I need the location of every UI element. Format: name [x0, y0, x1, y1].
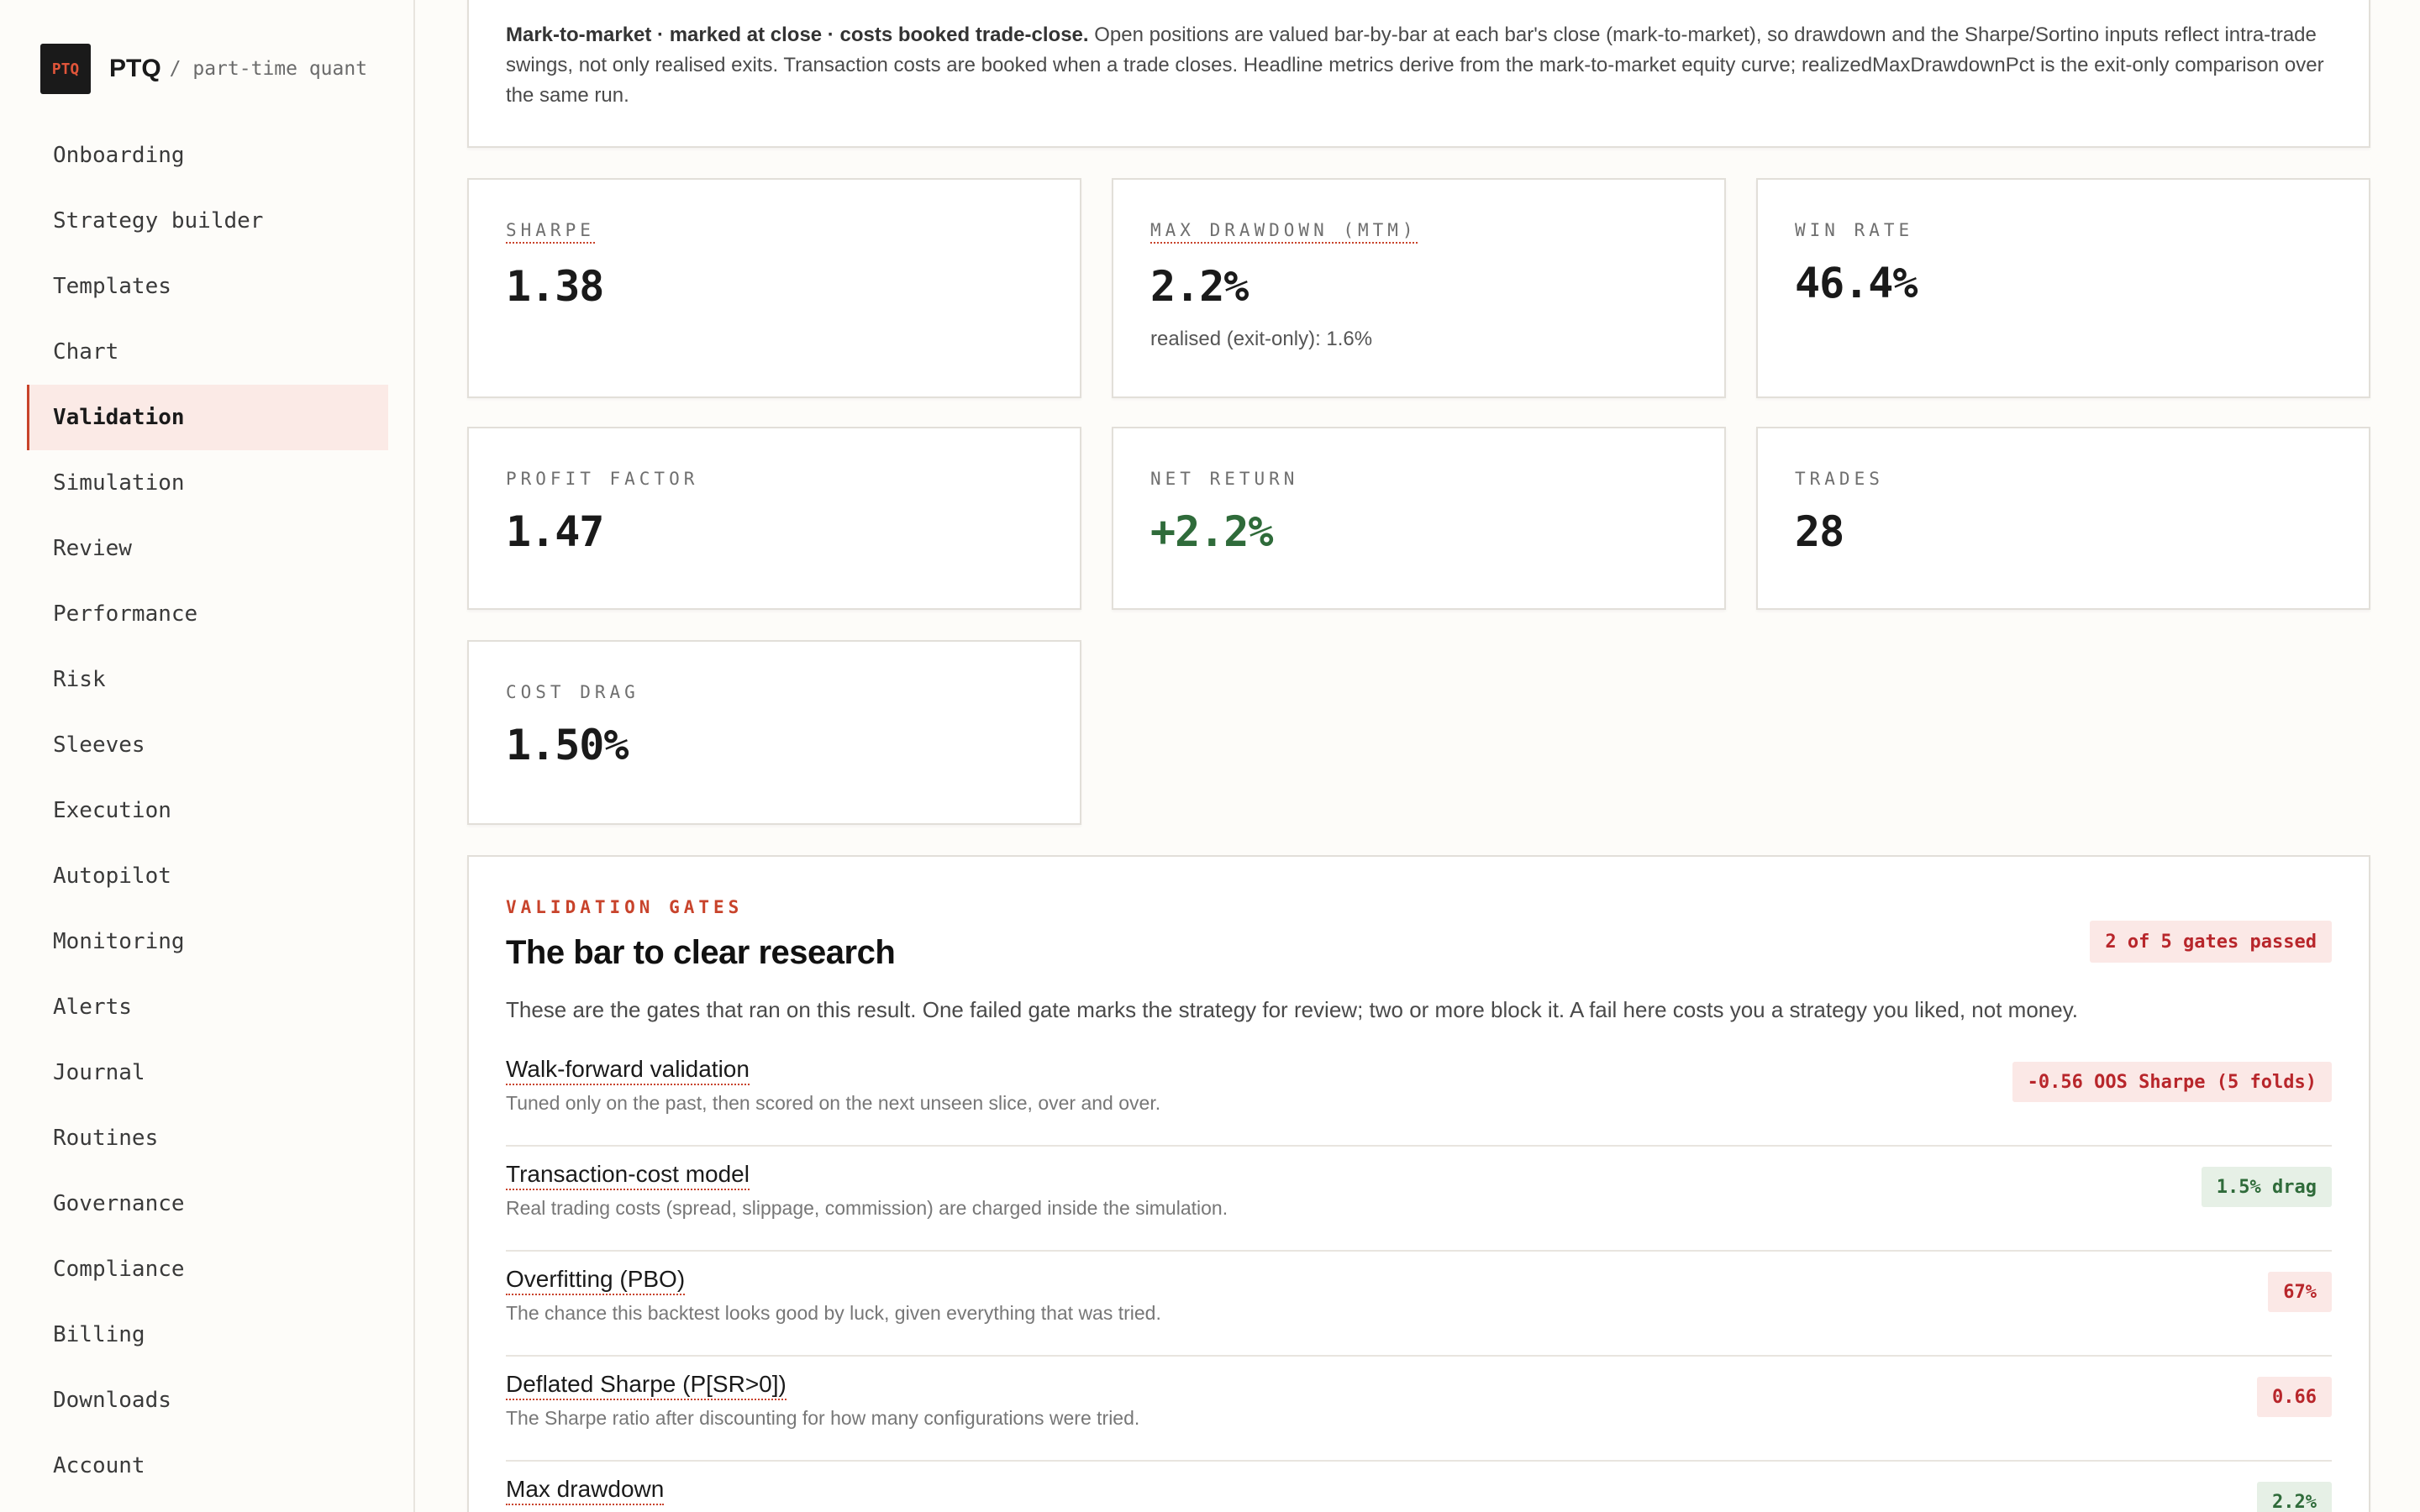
sidebar-item-downloads[interactable]: Downloads — [27, 1368, 388, 1433]
sidebar-item-validation[interactable]: Validation — [27, 385, 388, 450]
gates-eyebrow: VALIDATION GATES — [506, 897, 744, 917]
gate-name[interactable]: Walk-forward validation — [506, 1055, 750, 1085]
metric-value: 1.50% — [506, 721, 629, 769]
sidebar-item-autopilot[interactable]: Autopilot — [27, 843, 388, 909]
brand-tagline: / part-time quant — [169, 58, 368, 80]
methodology-note: Mark-to-market · marked at close · costs… — [467, 0, 2370, 148]
gate-description: The chance this backtest looks good by l… — [506, 1302, 1161, 1324]
gate-row-deflated-sharpe: Deflated Sharpe (P[SR>0]) The Sharpe rat… — [506, 1357, 2332, 1462]
gate-description: The Sharpe ratio after discounting for h… — [506, 1407, 1140, 1429]
sidebar-item-strategy-builder[interactable]: Strategy builder — [27, 188, 388, 254]
sidebar-item-account[interactable]: Account — [27, 1433, 388, 1499]
sidebar-item-sleeves[interactable]: Sleeves — [27, 712, 388, 778]
gate-name[interactable]: Deflated Sharpe (P[SR>0]) — [506, 1370, 786, 1400]
validation-gates-panel: VALIDATION GATES The bar to clear resear… — [467, 855, 2370, 1512]
sidebar: PTQ PTQ / part-time quant Onboarding Str… — [0, 0, 415, 1512]
metric-value: 28 — [1795, 507, 1844, 556]
metric-card-cost-drag: COST DRAG 1.50% — [467, 640, 1081, 825]
metric-label: WIN RATE — [1795, 220, 1914, 240]
metric-value: 1.38 — [506, 262, 604, 311]
metric-value: 46.4% — [1795, 259, 1918, 307]
brand-logo: PTQ — [40, 44, 91, 94]
gate-result-badge: 1.5% drag — [2201, 1167, 2332, 1207]
sidebar-item-billing[interactable]: Billing — [27, 1302, 388, 1368]
sidebar-item-onboarding[interactable]: Onboarding — [27, 123, 388, 188]
brand[interactable]: PTQ PTQ / part-time quant — [40, 44, 367, 94]
gate-result-badge: -0.56 OOS Sharpe (5 folds) — [2012, 1062, 2332, 1102]
sidebar-item-templates[interactable]: Templates — [27, 254, 388, 319]
sidebar-item-monitoring[interactable]: Monitoring — [27, 909, 388, 974]
metric-label: PROFIT FACTOR — [506, 469, 699, 489]
brand-name: PTQ — [109, 55, 161, 82]
metric-card-net-return: NET RETURN +2.2% — [1112, 427, 1726, 610]
gate-row-walk-forward: Walk-forward validation Tuned only on th… — [506, 1042, 2332, 1147]
metric-card-win-rate: WIN RATE 46.4% — [1756, 178, 2370, 398]
sidebar-item-routines[interactable]: Routines — [27, 1105, 388, 1171]
sidebar-item-review[interactable]: Review — [27, 516, 388, 581]
metric-card-trades: TRADES 28 — [1756, 427, 2370, 610]
gates-title: The bar to clear research — [506, 934, 896, 971]
gate-row-overfitting: Overfitting (PBO) The chance this backte… — [506, 1252, 2332, 1357]
sidebar-item-journal[interactable]: Journal — [27, 1040, 388, 1105]
metric-label: TRADES — [1795, 469, 1884, 489]
sidebar-item-simulation[interactable]: Simulation — [27, 450, 388, 516]
metric-card-profit-factor: PROFIT FACTOR 1.47 — [467, 427, 1081, 610]
sidebar-item-risk[interactable]: Risk — [27, 647, 388, 712]
gate-row-transaction-cost: Transaction-cost model Real trading cost… — [506, 1147, 2332, 1252]
sidebar-item-compliance[interactable]: Compliance — [27, 1236, 388, 1302]
metric-card-sharpe: SHARPE 1.38 — [467, 178, 1081, 398]
gate-result-badge: 2.2% — [2257, 1482, 2332, 1512]
gate-result-badge: 0.66 — [2257, 1377, 2332, 1417]
metric-label: NET RETURN — [1150, 469, 1299, 489]
metric-label[interactable]: SHARPE — [506, 220, 595, 244]
sidebar-item-performance[interactable]: Performance — [27, 581, 388, 647]
gate-list: Walk-forward validation Tuned only on th… — [506, 1042, 2332, 1512]
metric-label: COST DRAG — [506, 682, 639, 702]
gate-row-max-drawdown: Max drawdown 2.2% — [506, 1462, 2332, 1512]
gate-name[interactable]: Max drawdown — [506, 1475, 665, 1505]
sidebar-item-governance[interactable]: Governance — [27, 1171, 388, 1236]
metric-value: +2.2% — [1150, 507, 1274, 556]
sidebar-item-chart[interactable]: Chart — [27, 319, 388, 385]
sidebar-item-execution[interactable]: Execution — [27, 778, 388, 843]
gate-description: Real trading costs (spread, slippage, co… — [506, 1197, 1228, 1219]
metric-label[interactable]: MAX DRAWDOWN (MTM) — [1150, 220, 1418, 244]
metric-subtext: realised (exit-only): 1.6% — [1150, 328, 1373, 350]
metric-card-max-drawdown: MAX DRAWDOWN (MTM) 2.2% realised (exit-o… — [1112, 178, 1726, 398]
sidebar-item-alerts[interactable]: Alerts — [27, 974, 388, 1040]
gate-name[interactable]: Overfitting (PBO) — [506, 1265, 686, 1295]
gates-intro: These are the gates that ran on this res… — [506, 997, 2078, 1022]
gates-status-badge: 2 of 5 gates passed — [2090, 921, 2332, 963]
metric-value: 2.2% — [1150, 262, 1249, 311]
methodology-lead: Mark-to-market · marked at close · costs… — [506, 24, 1089, 46]
sidebar-nav: Onboarding Strategy builder Templates Ch… — [27, 123, 388, 1499]
methodology-text: Mark-to-market · marked at close · costs… — [506, 20, 2332, 111]
gate-name[interactable]: Transaction-cost model — [506, 1160, 750, 1190]
metric-value: 1.47 — [506, 507, 604, 556]
gate-result-badge: 67% — [2268, 1272, 2332, 1312]
